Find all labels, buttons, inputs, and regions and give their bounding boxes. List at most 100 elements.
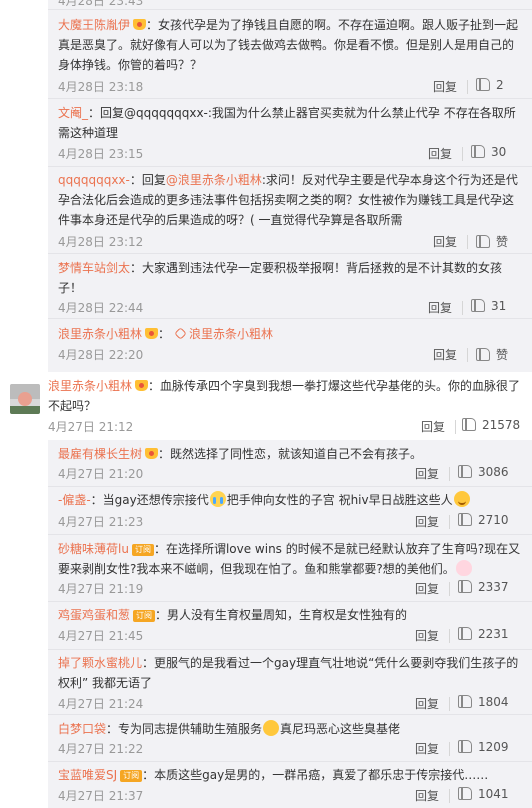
nested-replies-panel: 4月28日 23:43 大魔王陈胤伊 ：女孩代孕是为了挣钱且自愿的啊。不存在逼迫啊… (48, 0, 532, 372)
like-button[interactable]: 2337 (458, 580, 509, 594)
divider (48, 9, 532, 10)
divider (467, 235, 468, 249)
thumb-up-icon (458, 740, 472, 753)
like-count: 1804 (478, 695, 509, 709)
user-name-link[interactable]: 掉了颗水蜜桃儿 (58, 656, 142, 670)
reply-text: 文阉_：回复@qqqqqqqxx-:我国为什么禁止器官买卖就为什么禁止代孕 不存… (58, 103, 522, 143)
like-button[interactable]: 2231 (458, 627, 509, 641)
reply-button[interactable]: 回复 (428, 299, 452, 316)
user-name-link[interactable]: 文阉_ (58, 106, 88, 120)
reply-text: qqqqqqqxx-：回复@浪里赤条小粗林:求问！反对代孕主要是代孕本身这个行为… (58, 170, 522, 230)
reply-content: ：既然选择了同性恋，就该知道自己不会有孩子。 (158, 447, 423, 461)
reply-text: 浪里赤条小粗林 ： 浪里赤条小粗林 (58, 324, 522, 344)
like-count: 2337 (478, 580, 509, 594)
reply-text: 最雇有棵长生树 ：既然选择了同性恋，就该知道自己不会有孩子。 (58, 444, 522, 464)
like-label: 赞 (496, 348, 509, 362)
reply-time: 4月27日 21:24 (58, 697, 144, 711)
reply-content: ： (158, 327, 171, 341)
divider (48, 649, 532, 650)
reply-time: 4月27日 21:22 (58, 742, 144, 756)
reply-button[interactable]: 回复 (415, 787, 439, 804)
reply-button[interactable]: 回复 (415, 580, 439, 597)
like-button[interactable]: 31 (471, 299, 506, 313)
divider (449, 629, 450, 643)
vip-badge: 订阅 (131, 544, 154, 556)
like-button[interactable]: 1804 (458, 695, 509, 709)
reply-time: 4月28日 23:18 (58, 80, 144, 94)
reply-button[interactable]: 回复 (415, 740, 439, 757)
user-avatar[interactable] (10, 384, 40, 414)
reply-button[interactable]: 回复 (428, 145, 452, 162)
like-count: 31 (491, 299, 507, 313)
divider (48, 166, 532, 167)
thumb-up-icon (458, 627, 472, 640)
crown-badge-icon (135, 380, 149, 391)
crown-badge-icon (145, 448, 159, 459)
link-icon (174, 327, 187, 340)
user-name-link[interactable]: 白梦口袋 (58, 722, 106, 736)
reply-text: 大魔王陈胤伊 ：女孩代孕是为了挣钱且自愿的啊。不存在逼迫啊。跟人贩子扯到一起真是恶… (58, 15, 522, 75)
user-name-link[interactable]: 浪里赤条小粗林 (58, 327, 142, 341)
thumb-up-icon (471, 299, 485, 312)
sub-replies-panel: 最雇有棵长生树 ：既然选择了同性恋，就该知道自己不会有孩子。 4月27日 21:2… (48, 440, 532, 808)
divider (449, 515, 450, 529)
crying-emoji-icon (209, 491, 226, 507)
reply-time: 4月27日 21:19 (58, 582, 144, 596)
user-name-link[interactable]: 宝蓝唯爱SJ (58, 768, 117, 782)
thumb-up-icon (458, 787, 472, 800)
reply-button[interactable]: 回复 (415, 695, 439, 712)
user-name-link[interactable]: 最雇有棵长生树 (58, 447, 142, 461)
reply-button[interactable]: 回复 (433, 346, 457, 363)
crown-badge-icon (145, 328, 159, 339)
reply-text: 宝蓝唯爱SJ 订阅 ：本质这些gay是男的，一群吊癌，真爱了都乐忠于传宗接代…… (58, 765, 522, 785)
vip-badge: 订阅 (133, 610, 156, 622)
thumb-up-icon (476, 78, 490, 91)
like-button[interactable]: 2 (476, 78, 504, 92)
user-name-link[interactable]: 砂糖味薄荷lu (58, 542, 129, 556)
divider (449, 697, 450, 711)
reply-time: 4月28日 22:44 (58, 301, 144, 315)
divider (48, 318, 532, 319)
user-name-link[interactable]: qqqqqqqxx- (58, 173, 130, 187)
reply-content: ：专为同志提供辅助生殖服务 (106, 722, 263, 736)
avatar-face (18, 392, 32, 406)
divider (455, 420, 456, 434)
grimace-emoji-icon (263, 720, 280, 736)
mention-link[interactable]: @浪里赤条小粗林 (166, 173, 262, 187)
divider (449, 789, 450, 803)
vip-badge: 订阅 (120, 770, 143, 782)
reply-button[interactable]: 回复 (415, 513, 439, 530)
reply-button[interactable]: 回复 (415, 465, 439, 482)
divider (48, 253, 532, 254)
like-button[interactable]: 赞 (476, 233, 508, 250)
like-count: 1209 (478, 740, 509, 754)
like-button[interactable]: 2710 (458, 513, 509, 527)
reply-time: 4月27日 21:20 (58, 467, 144, 481)
profile-link[interactable]: 浪里赤条小粗林 (189, 327, 273, 341)
like-button[interactable]: 3086 (458, 465, 509, 479)
reply-time: 4月27日 21:23 (58, 515, 144, 529)
divider (48, 761, 532, 762)
like-button[interactable]: 1041 (458, 787, 509, 801)
reply-button[interactable]: 回复 (421, 418, 445, 435)
user-name-link[interactable]: 梦情车站剑太 (58, 261, 130, 275)
reply-content-continued: 真尼玛恶心这些臭基佬 (280, 722, 401, 736)
like-button[interactable]: 30 (471, 145, 506, 159)
thumb-up-icon (471, 145, 485, 158)
thumb-up-icon (458, 513, 472, 526)
user-name-link[interactable]: -僱盏- (58, 493, 91, 507)
reply-button[interactable]: 回复 (433, 233, 457, 250)
like-button[interactable]: 21578 (462, 418, 520, 432)
reply-time: 4月28日 22:20 (58, 348, 144, 362)
like-button[interactable]: 1209 (458, 740, 509, 754)
like-button[interactable]: 赞 (476, 346, 508, 363)
reply-button[interactable]: 回复 (415, 627, 439, 644)
thumb-up-icon (458, 465, 472, 478)
divider (449, 467, 450, 481)
like-count: 21578 (482, 418, 521, 432)
user-name-link[interactable]: 大魔王陈胤伊 (58, 18, 130, 32)
reply-button[interactable]: 回复 (433, 78, 457, 95)
like-count: 2231 (478, 627, 509, 641)
user-name-link[interactable]: 鸡蛋鸡蛋和葱 (58, 608, 130, 622)
user-name-link[interactable]: 浪里赤条小粗林 (48, 379, 132, 393)
